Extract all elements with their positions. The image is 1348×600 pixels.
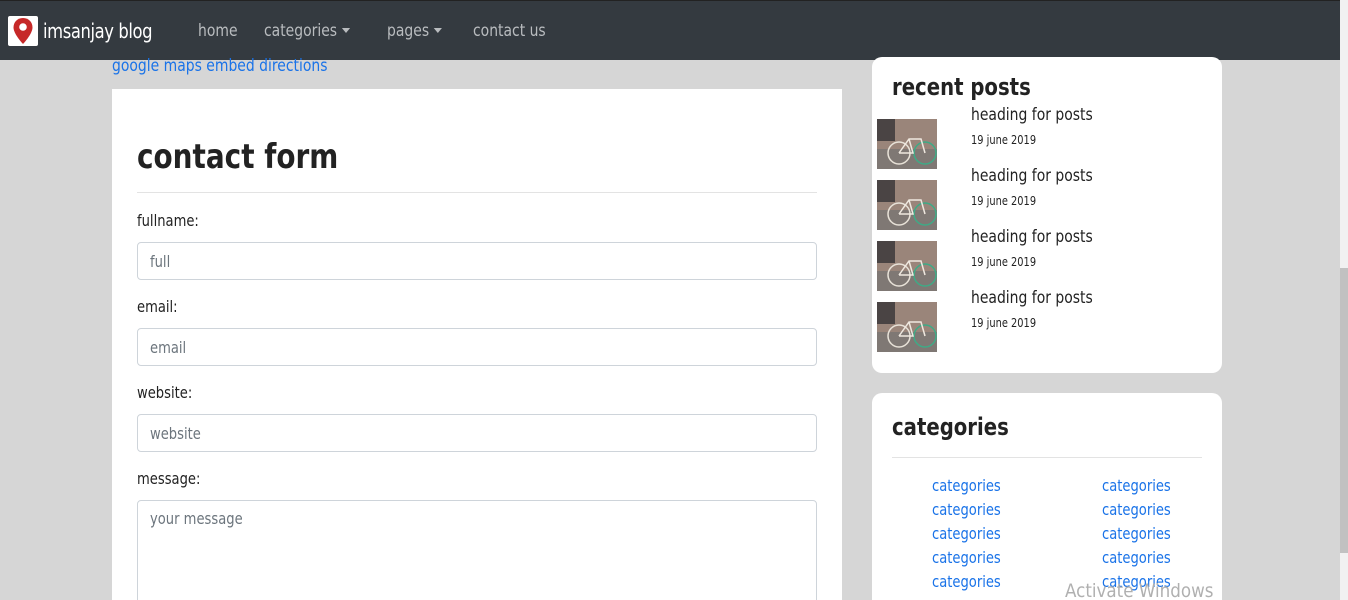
category-link[interactable]: categories (1102, 476, 1171, 495)
post-thumbnail-bicycle-image[interactable] (877, 119, 937, 169)
website-placeholder: website (150, 423, 201, 443)
nav-home[interactable]: home (198, 21, 238, 41)
post-thumbnail-bicycle-image[interactable] (877, 302, 937, 352)
contact-form-title: contact form (137, 137, 339, 177)
post-heading[interactable]: heading for posts (971, 227, 1093, 247)
post-thumbnail-bicycle-image[interactable] (877, 241, 937, 291)
contact-form-card: contact form fullname: full email: email… (112, 89, 842, 600)
nav-home-label: home (198, 20, 238, 41)
categories-widget: categories categories categories categor… (872, 393, 1222, 600)
category-link[interactable]: categories (1102, 524, 1171, 543)
brand-name: imsanjay blog (43, 18, 153, 43)
caret-down-icon (342, 28, 351, 33)
post-date: 19 june 2019 (971, 194, 1037, 208)
category-link[interactable]: categories (1102, 500, 1171, 519)
post-thumbnail-bicycle-image[interactable] (877, 180, 937, 230)
scrollbar-thumb[interactable] (1340, 268, 1348, 553)
recent-posts-title: recent posts (892, 73, 1031, 101)
email-input[interactable]: email (137, 328, 817, 366)
top-navbar: imsanjay blog home categories pages cont… (0, 0, 1340, 60)
nav-categories-label: categories (264, 20, 338, 41)
message-placeholder: your message (150, 509, 243, 528)
recent-posts-widget: recent posts heading for posts 19 june 2… (872, 57, 1222, 373)
post-date: 19 june 2019 (971, 316, 1037, 330)
post-date: 19 june 2019 (971, 133, 1037, 147)
category-link[interactable]: categories (1102, 548, 1171, 567)
website-input[interactable]: website (137, 414, 817, 452)
post-item[interactable]: heading for posts 19 june 2019 (877, 105, 1207, 169)
post-heading[interactable]: heading for posts (971, 105, 1093, 125)
message-label: message: (137, 469, 201, 488)
fullname-placeholder: full (150, 251, 171, 271)
fullname-label: fullname: (137, 211, 199, 230)
category-link[interactable]: categories (932, 500, 1001, 519)
post-item[interactable]: heading for posts 19 june 2019 (877, 227, 1207, 291)
brand[interactable]: imsanjay blog (8, 15, 176, 46)
nav-contact-label: contact us (472, 20, 546, 41)
category-link[interactable]: categories (932, 548, 1001, 567)
email-placeholder: email (150, 337, 187, 357)
categories-title: categories (892, 413, 1009, 441)
post-date: 19 june 2019 (971, 255, 1037, 269)
nav-pages-label: pages (387, 20, 430, 41)
nav-pages-dropdown[interactable]: pages (387, 20, 443, 41)
page-scrollbar[interactable] (1340, 0, 1348, 600)
divider (892, 457, 1202, 458)
message-textarea[interactable]: your message (137, 500, 817, 600)
post-heading[interactable]: heading for posts (971, 288, 1093, 308)
map-pin-logo-icon (8, 15, 38, 46)
category-link[interactable]: categories (932, 524, 1001, 543)
email-label: email: (137, 297, 178, 316)
fullname-input[interactable]: full (137, 242, 817, 280)
nav-categories-dropdown[interactable]: categories (264, 20, 351, 41)
caret-down-icon (434, 28, 443, 33)
google-maps-link[interactable]: google maps embed directions (112, 56, 328, 76)
post-item[interactable]: heading for posts 19 june 2019 (877, 166, 1207, 230)
website-label: website: (137, 383, 193, 402)
post-heading[interactable]: heading for posts (971, 166, 1093, 186)
activate-windows-watermark: Activate Windows (1065, 580, 1214, 600)
nav-contact[interactable]: contact us (473, 21, 546, 41)
post-item[interactable]: heading for posts 19 june 2019 (877, 288, 1207, 352)
category-link[interactable]: categories (932, 572, 1001, 591)
category-link[interactable]: categories (932, 476, 1001, 495)
divider (137, 192, 817, 193)
